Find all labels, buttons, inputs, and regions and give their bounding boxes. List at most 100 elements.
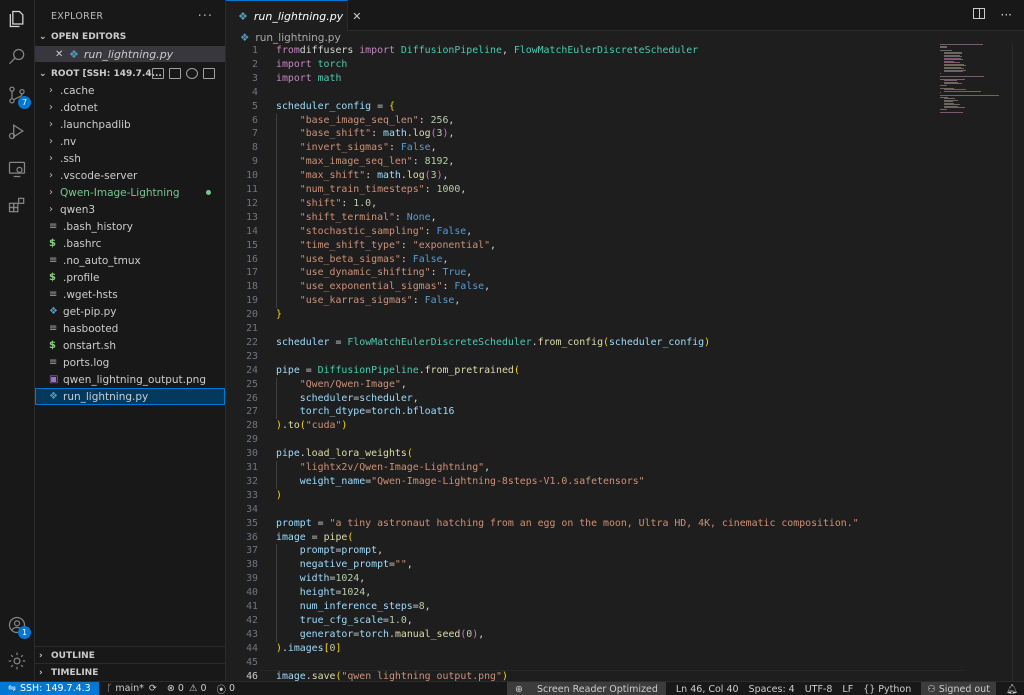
root-folder-section[interactable]: ⌄ ROOT [SSH: 149.7.4... — [35, 66, 225, 82]
tree-item[interactable]: › .launchpadlib — [35, 116, 225, 133]
cursor-position[interactable]: Ln 46, Col 40 — [676, 684, 739, 695]
remote-icon: ⇋ — [8, 683, 16, 694]
branch-indicator[interactable]: ᚴ main* ⟳ — [107, 683, 157, 694]
tree-item[interactable]: › .vscode-server — [35, 167, 225, 184]
code-token: "use_dynamic_shifting" — [299, 267, 431, 279]
code-token: "use_exponential_sigmas" — [299, 281, 443, 293]
tree-item[interactable]: › qwen3 — [35, 201, 225, 218]
code-text: true_cfg_scale=1.0, — [276, 614, 413, 628]
encoding[interactable]: UTF-8 — [805, 684, 833, 695]
accounts-badge: 1 — [18, 626, 31, 639]
tree-item[interactable]: ❖ get-pip.py — [35, 303, 225, 320]
code-line: 10 "max_shift": math.log(3), — [226, 169, 936, 183]
code-token: , — [501, 45, 514, 56]
editor-scrollbar[interactable] — [1012, 44, 1024, 681]
line-number: 30 — [246, 448, 258, 460]
sync-icon[interactable]: ⟳ — [149, 683, 157, 694]
tree-item[interactable]: $ onstart.sh — [35, 337, 225, 354]
tree-item[interactable]: › .cache — [35, 82, 225, 99]
problems-indicator[interactable]: ⊗ 0 ⚠ 0 — [167, 683, 207, 694]
accounts-icon[interactable]: 1 — [6, 614, 31, 639]
language-mode[interactable]: {} Python — [863, 684, 911, 695]
new-folder-icon[interactable] — [169, 68, 181, 79]
line-number: 28 — [246, 420, 258, 432]
code-token: weight_name — [299, 475, 366, 487]
chevron-down-icon: ⌄ — [39, 69, 47, 79]
activity-bar: 7 1 — [0, 0, 35, 681]
refresh-icon[interactable] — [186, 68, 198, 79]
tree-item[interactable]: ≡ ports.log — [35, 354, 225, 371]
remote-label: SSH: 149.7.4.3 — [19, 683, 91, 694]
source-control-icon[interactable]: 7 — [6, 84, 31, 109]
tree-item-label: .launchpadlib — [60, 118, 131, 131]
code-token: , — [460, 184, 467, 195]
code-line: 14 "stochastic_sampling": False, — [226, 225, 936, 239]
close-icon[interactable]: ✕ — [55, 49, 69, 60]
code-line: 7 "base_shift": math.log(3), — [226, 127, 936, 141]
more-actions-icon[interactable]: ··· — [1001, 8, 1012, 22]
code-token: , — [365, 587, 372, 599]
remote-indicator[interactable]: ⇋ SSH: 149.7.4.3 — [0, 681, 99, 695]
timeline-section[interactable]: › TIMELINE — [35, 663, 226, 681]
line-number: 3 — [252, 72, 258, 84]
python-file-icon: ❖ — [49, 391, 58, 402]
tree-item[interactable]: $ .profile — [35, 269, 225, 286]
tree-item[interactable]: $ .bashrc — [35, 235, 225, 252]
code-token: , — [484, 281, 491, 293]
tree-item[interactable]: ≡ .no_auto_tmux — [35, 252, 225, 269]
ports-indicator[interactable]: ⦿ 0 — [216, 682, 235, 695]
open-editor-item[interactable]: ✕ ❖ run_lightning.py — [35, 46, 225, 62]
close-icon[interactable]: ✕ — [352, 10, 361, 23]
more-actions-icon[interactable]: ··· — [198, 9, 213, 24]
open-editors-section[interactable]: ⌄ OPEN EDITORS — [35, 30, 225, 44]
tree-item[interactable]: ≡ hasbooted — [35, 320, 225, 337]
code-text: "base_image_seq_len": 256, — [276, 114, 455, 128]
notifications-bell-icon[interactable]: 🔔︎ — [1006, 684, 1018, 695]
code-token: "exponential" — [412, 239, 491, 251]
run-debug-icon[interactable] — [6, 120, 28, 142]
tree-item[interactable]: › .nv — [35, 133, 225, 150]
tree-item[interactable]: › .dotnet — [35, 99, 225, 116]
indentation[interactable]: Spaces: 4 — [749, 684, 795, 695]
account-status[interactable]: ⚇ Signed out — [921, 682, 996, 695]
screen-reader-indicator[interactable]: ⊕ Screen Reader Optimized — [506, 682, 666, 695]
chevron-right-icon: › — [49, 153, 53, 164]
minimap[interactable] — [940, 44, 1010, 114]
new-file-icon[interactable] — [152, 68, 164, 79]
split-editor-icon[interactable] — [972, 8, 985, 19]
code-text: "use_karras_sigmas": False, — [276, 294, 461, 308]
code-line: 1 fromdiffusers import DiffusionPipeline,… — [226, 44, 936, 58]
remote-explorer-icon[interactable] — [6, 158, 28, 180]
code-line: 4 — [226, 86, 936, 100]
search-icon[interactable] — [6, 46, 28, 68]
settings-gear-icon[interactable] — [6, 650, 28, 672]
code-line: 29 — [226, 433, 936, 447]
tree-item[interactable]: › .ssh — [35, 150, 225, 167]
tree-item[interactable]: ≡ .wget-hsts — [35, 286, 225, 303]
tree-item[interactable]: ≡ .bash_history — [35, 218, 225, 235]
tree-item[interactable]: ❖ run_lightning.py — [35, 388, 225, 405]
code-text: scheduler=scheduler, — [276, 392, 419, 406]
code-token: load_lora_weights — [305, 448, 407, 460]
tree-item-label: .bash_history — [63, 220, 133, 233]
tree-item-label: qwen_lightning_output.png — [63, 373, 206, 386]
explorer-icon[interactable] — [6, 8, 28, 30]
tab-run-lightning[interactable]: ❖ run_lightning.py ✕ — [226, 0, 361, 31]
breadcrumb[interactable]: ❖ run_lightning.py — [240, 31, 341, 45]
tree-item-label: qwen3 — [60, 203, 96, 216]
tree-item[interactable]: › Qwen-Image-Lightning — [35, 184, 225, 201]
tree-item-label: .vscode-server — [60, 169, 138, 182]
minimap-line — [944, 71, 963, 72]
collapse-all-icon[interactable] — [203, 68, 215, 79]
code-text: "base_shift": math.log(3), — [276, 127, 455, 141]
tree-item[interactable]: ▣ qwen_lightning_output.png — [35, 371, 225, 388]
tree-item-label: .bashrc — [63, 237, 102, 250]
code-token: , — [442, 170, 449, 182]
code-editor[interactable]: 1 fromdiffusers import DiffusionPipeline,… — [226, 44, 1024, 681]
outline-section[interactable]: › OUTLINE — [35, 646, 226, 664]
extensions-icon[interactable] — [6, 194, 28, 216]
end-of-line[interactable]: LF — [842, 684, 853, 695]
